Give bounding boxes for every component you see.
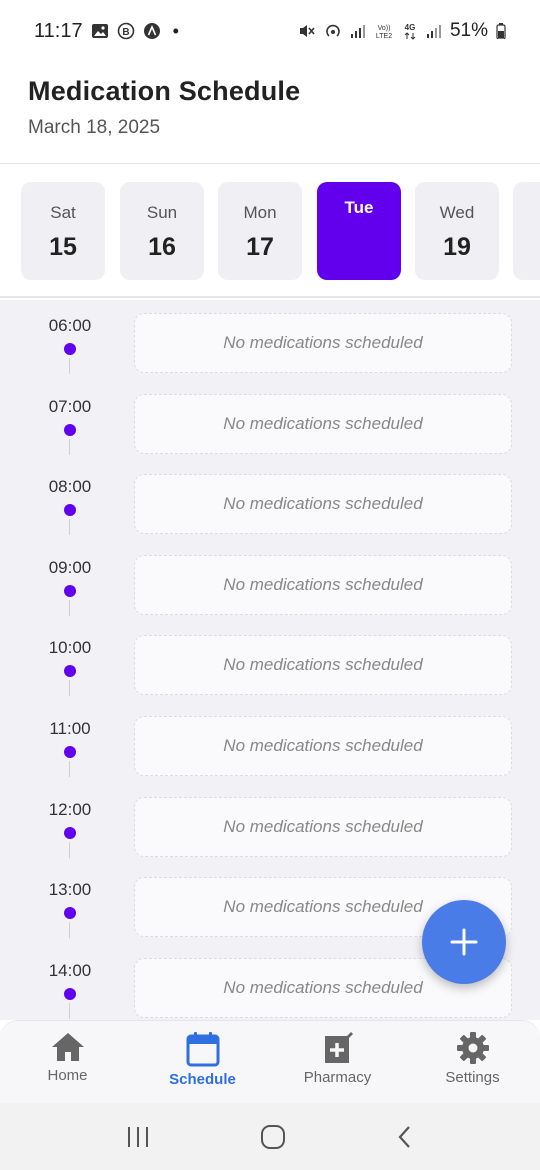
- signal-icon: [426, 23, 442, 39]
- recents-icon[interactable]: [125, 1125, 151, 1149]
- day-name: Sat: [50, 203, 76, 222]
- timeline-dot: [64, 343, 76, 355]
- timeline-line: [69, 519, 70, 536]
- add-medication-button[interactable]: [422, 900, 506, 984]
- time-slot: 08:00 No medications scheduled: [0, 461, 540, 541]
- svg-text:LTE2: LTE2: [376, 33, 392, 40]
- empty-slot-card[interactable]: No medications scheduled: [134, 635, 512, 696]
- day-item[interactable]: Sun 16: [120, 182, 204, 280]
- day-name: Wed: [439, 203, 475, 222]
- app-header: Medication Schedule March 18, 2025: [0, 62, 540, 164]
- plus-icon: [449, 927, 479, 957]
- nav-pharmacy[interactable]: Pharmacy: [270, 1021, 405, 1103]
- timeline-dot: [64, 987, 76, 1000]
- slot-time: 08:00: [48, 477, 92, 497]
- day-date: 19: [443, 233, 471, 261]
- empty-slot-card[interactable]: No medications scheduled: [134, 716, 512, 776]
- timeline-dot: [64, 504, 76, 517]
- home-icon: [50, 1031, 86, 1063]
- nav-settings[interactable]: Settings: [405, 1021, 540, 1103]
- svg-text:B: B: [122, 27, 129, 38]
- time-slot: 07:00 No medications scheduled: [0, 381, 540, 461]
- timeline-line: [69, 358, 70, 374]
- timeline-dot: [64, 584, 76, 597]
- timeline-line: [69, 599, 70, 616]
- time-slot: 11:00 No medications scheduled: [0, 703, 540, 783]
- mute-icon: [298, 22, 316, 40]
- timeline-dot: [64, 907, 76, 920]
- status-right: Vo)) LTE2 4G 51%: [298, 20, 506, 42]
- battery-percent: 51%: [449, 20, 488, 41]
- gear-icon: [456, 1031, 490, 1065]
- day-item[interactable]: Mon 17: [218, 182, 302, 280]
- nav-label: Settings: [445, 1069, 500, 1086]
- nav-label: Home: [47, 1067, 88, 1084]
- day-name: Tue: [344, 198, 374, 217]
- battery-icon: [496, 23, 506, 39]
- timeline-dot: [64, 423, 76, 436]
- day-date: 16: [148, 233, 176, 261]
- timeline-dot: [64, 826, 76, 839]
- 4g-icon: 4G: [402, 22, 418, 40]
- page-title: Medication Schedule: [28, 76, 301, 106]
- system-navigation-bar: [0, 1103, 540, 1170]
- volte-icon: Vo)) LTE2: [374, 22, 394, 40]
- page-date: March 18, 2025: [28, 117, 161, 138]
- day-selector: Sat 15 Sun 16 Mon 17 Tue Wed 19: [0, 164, 540, 298]
- day-date: 15: [49, 233, 77, 261]
- time-slot: 06:00 No medications scheduled: [0, 300, 540, 380]
- time-slot: 12:00 No medications scheduled: [0, 784, 540, 864]
- nav-home[interactable]: Home: [0, 1021, 135, 1103]
- svg-text:4G: 4G: [405, 23, 416, 32]
- calendar-icon: [186, 1031, 220, 1067]
- notification-dot: •: [172, 20, 179, 41]
- day-item-selected[interactable]: Tue: [317, 182, 401, 280]
- empty-slot-card[interactable]: No medications scheduled: [134, 474, 512, 535]
- back-icon[interactable]: [395, 1124, 415, 1150]
- empty-slot-card[interactable]: No medications scheduled: [134, 554, 512, 615]
- status-bar: 11:17 B • Vo)) LTE2 4G 51%: [0, 0, 540, 62]
- signal-icon: [350, 23, 366, 39]
- slot-time: 09:00: [48, 557, 92, 577]
- timeline-dot: [64, 746, 76, 758]
- empty-slot-card[interactable]: No medications scheduled: [134, 313, 512, 373]
- day-item[interactable]: [513, 182, 540, 280]
- slot-time: 14:00: [48, 960, 92, 980]
- timeline-line: [69, 761, 70, 777]
- bottom-navigation: Home Schedule Pharmacy Settings: [0, 1020, 540, 1103]
- day-date: 17: [246, 233, 274, 261]
- slot-time: 13:00: [48, 880, 92, 900]
- b-circle-icon: B: [117, 22, 135, 40]
- day-item[interactable]: Sat 15: [21, 182, 105, 280]
- a-circle-icon: [143, 22, 161, 40]
- time-slot: 09:00 No medications scheduled: [0, 542, 540, 622]
- status-left: 11:17 B •: [34, 20, 179, 43]
- slot-time: 11:00: [49, 719, 91, 738]
- nav-label: Pharmacy: [303, 1069, 372, 1086]
- slot-time: 07:00: [48, 396, 92, 416]
- slot-time: 10:00: [48, 638, 92, 658]
- day-name: Sun: [146, 203, 178, 222]
- day-name: Mon: [243, 203, 277, 222]
- nav-label: Schedule: [169, 1071, 236, 1088]
- image-icon: [91, 23, 109, 39]
- nav-schedule[interactable]: Schedule: [135, 1021, 270, 1103]
- time-slot: 10:00 No medications scheduled: [0, 622, 540, 702]
- timeline-line: [69, 841, 70, 858]
- hotspot-icon: [324, 22, 342, 40]
- timeline-line: [69, 922, 70, 939]
- timeline-line: [69, 680, 70, 697]
- status-time: 11:17: [34, 19, 83, 42]
- slot-time: 06:00: [48, 316, 92, 335]
- slot-time: 12:00: [48, 799, 92, 819]
- empty-slot-card[interactable]: No medications scheduled: [134, 796, 512, 857]
- empty-slot-card[interactable]: No medications scheduled: [134, 393, 512, 454]
- timeline-line: [69, 1002, 70, 1019]
- home-circle-icon[interactable]: [260, 1124, 286, 1150]
- day-item[interactable]: Wed 19: [415, 182, 499, 280]
- timeline-dot: [64, 665, 76, 678]
- timeline-line: [69, 438, 70, 455]
- pharmacy-icon: [321, 1031, 355, 1065]
- svg-text:Vo)): Vo)): [378, 25, 391, 32]
